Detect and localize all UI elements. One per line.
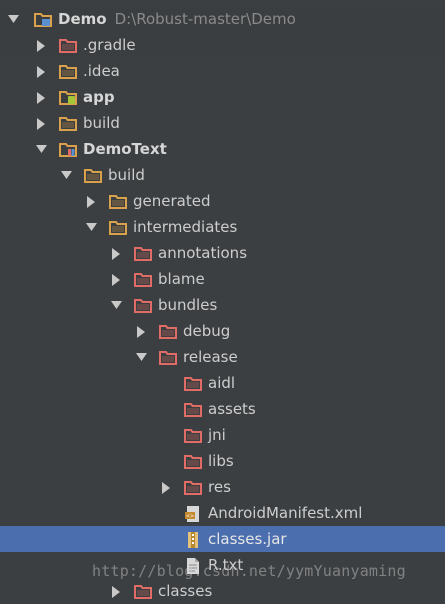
tree-item-label: Demo [58, 10, 107, 28]
tree-item-build[interactable]: build [0, 110, 445, 136]
tree-item-label: debug [183, 322, 231, 340]
tree-item-assets[interactable]: assets [0, 396, 445, 422]
folder-icon [109, 219, 127, 235]
tree-item-res[interactable]: res [0, 474, 445, 500]
tree-item-label: build [83, 114, 120, 132]
excluded-folder-icon [159, 349, 177, 365]
folder-icon [59, 115, 77, 131]
tree-item-label: app [83, 88, 115, 106]
project-folder-icon [34, 11, 52, 27]
tree-item-label: annotations [158, 244, 248, 262]
tree-item-demotext[interactable]: DemoText [0, 136, 445, 162]
tree-item-blame[interactable]: blame [0, 266, 445, 292]
tree-item-label: DemoText [83, 140, 167, 158]
tree-item-label: blame [158, 270, 205, 288]
tree-item-label: build [108, 166, 145, 184]
excluded-folder-icon [159, 323, 177, 339]
collapse-arrow-icon[interactable] [34, 84, 48, 110]
jar-file-icon [184, 531, 202, 548]
expand-arrow-icon[interactable] [134, 344, 148, 370]
tree-item-aidl[interactable]: aidl [0, 370, 445, 396]
tree-item-label: .idea [83, 62, 120, 80]
svg-text:<>: <> [186, 514, 194, 520]
tree-item-intermediates[interactable]: intermediates [0, 214, 445, 240]
tree-item-gradle[interactable]: .gradle [0, 32, 445, 58]
tree-item-label: classes [158, 582, 213, 600]
project-path: D:\Robust-master\Demo [114, 10, 296, 28]
folder-icon [109, 193, 127, 209]
tree-item-libs[interactable]: libs [0, 448, 445, 474]
tree-item-release[interactable]: release [0, 344, 445, 370]
expand-arrow-icon[interactable] [84, 214, 98, 240]
collapse-arrow-icon[interactable] [159, 474, 173, 500]
excluded-folder-icon [184, 479, 202, 495]
tree-item-jni[interactable]: jni [0, 422, 445, 448]
excluded-folder-icon [134, 271, 152, 287]
excluded-folder-icon [134, 583, 152, 599]
tree-item-label: aidl [208, 374, 236, 392]
tree-item-annotations[interactable]: annotations [0, 240, 445, 266]
tree-item-demo[interactable]: Demo D:\Robust-master\Demo [0, 6, 445, 32]
module-folder-icon [59, 141, 77, 157]
collapse-arrow-icon[interactable] [34, 32, 48, 58]
folder-icon [84, 167, 102, 183]
tree-item-bundles[interactable]: bundles [0, 292, 445, 318]
tree-item-label: bundles [158, 296, 218, 314]
tree-item-label: res [208, 478, 231, 496]
expand-arrow-icon[interactable] [34, 136, 48, 162]
tree-item-app[interactable]: app [0, 84, 445, 110]
collapse-arrow-icon[interactable] [109, 578, 123, 604]
collapse-arrow-icon[interactable] [34, 58, 48, 84]
xml-file-icon: <> [184, 505, 202, 522]
tree-item-label: .gradle [83, 36, 136, 54]
expand-arrow-icon[interactable] [59, 162, 73, 188]
excluded-folder-icon [184, 427, 202, 443]
tree-item-label: generated [133, 192, 211, 210]
android-module-icon [59, 89, 77, 105]
collapse-arrow-icon[interactable] [109, 266, 123, 292]
tree-item-debug[interactable]: debug [0, 318, 445, 344]
watermark-text: http://blog.csdn.net/yymYuanyaming [92, 562, 406, 580]
tree-item-label: jni [208, 426, 226, 444]
tree-item-label: libs [208, 452, 234, 470]
tree-item-generated[interactable]: generated [0, 188, 445, 214]
tree-item-label: AndroidManifest.xml [208, 504, 363, 522]
expand-arrow-icon[interactable] [109, 292, 123, 318]
tree-item-androidmanifest[interactable]: <> AndroidManifest.xml [0, 500, 445, 526]
excluded-folder-icon [134, 245, 152, 261]
excluded-folder-icon [134, 297, 152, 313]
tree-item-label: classes.jar [208, 530, 287, 548]
collapse-arrow-icon[interactable] [84, 188, 98, 214]
tree-item-label: release [183, 348, 238, 366]
tree-item-label: assets [208, 400, 256, 418]
tree-item-idea[interactable]: .idea [0, 58, 445, 84]
tree-item-classes-jar[interactable]: classes.jar [0, 526, 445, 552]
collapse-arrow-icon[interactable] [109, 240, 123, 266]
excluded-folder-icon [184, 453, 202, 469]
tree-item-build-2[interactable]: build [0, 162, 445, 188]
folder-icon [59, 63, 77, 79]
tree-item-classes[interactable]: classes [0, 578, 445, 604]
excluded-folder-icon [184, 375, 202, 391]
collapse-arrow-icon[interactable] [134, 318, 148, 344]
excluded-folder-icon [184, 401, 202, 417]
tree-item-label: intermediates [133, 218, 238, 236]
collapse-arrow-icon[interactable] [34, 110, 48, 136]
excluded-folder-icon [59, 37, 77, 53]
project-tree: Demo D:\Robust-master\Demo .gradle .idea … [0, 0, 445, 600]
expand-arrow-icon[interactable] [6, 6, 20, 32]
